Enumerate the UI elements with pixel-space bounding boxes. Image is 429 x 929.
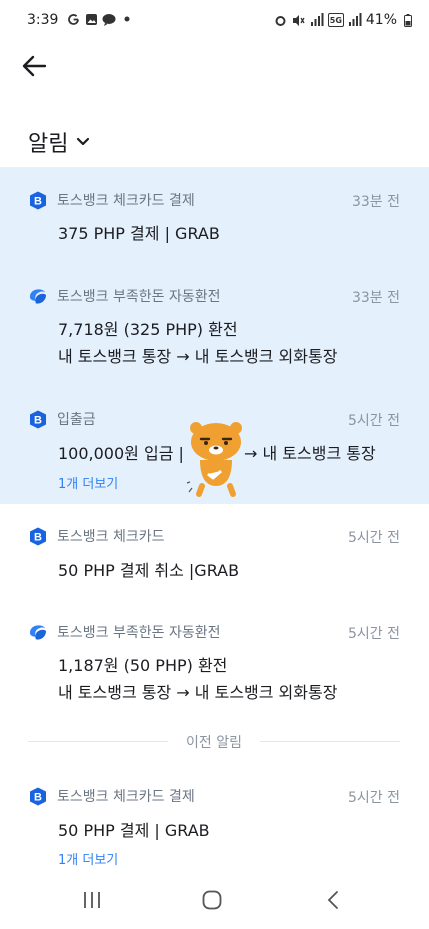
dot-icon [120,12,134,26]
notification-source: 토스뱅크 체크카드 [57,529,165,545]
home-button[interactable] [192,884,232,916]
status-bar: 3:39 5G 41% [0,0,429,40]
notification-source: 토스뱅크 부족한돈 자동환전 [57,625,221,641]
home-icon [202,890,222,910]
bank-b-icon: B [28,787,47,806]
divider-label: 이전 알림 [186,735,242,751]
signal-icon [310,13,324,27]
recent-apps-button[interactable] [72,884,112,916]
network-5g-icon: 5G [327,13,344,27]
notification-source: 토스뱅크 체크카드 결제 [57,193,195,209]
notification-time: 5시간 전 [348,626,400,642]
notification-time: 5시간 전 [348,530,400,546]
bank-b-icon: B [28,191,47,210]
character-sticker[interactable] [186,422,246,500]
arrow-left-icon [22,55,47,77]
notification-item[interactable]: 토스뱅크 부족한돈 자동환전 5시간 전 1,187원 (50 PHP) 환전 … [0,622,429,702]
show-more-link[interactable]: 1개 더보기 [58,849,118,868]
battery-icon [401,13,415,27]
alarm-icon [274,13,288,27]
recent-apps-icon [84,892,100,908]
status-time: 3:39 [27,12,59,28]
gallery-icon [84,12,98,26]
notification-time: 5시간 전 [348,413,400,429]
chevron-left-icon [327,891,338,909]
svg-text:B: B [34,195,42,207]
notification-source: 토스뱅크 부족한돈 자동환전 [57,289,221,305]
notification-item[interactable]: 토스뱅크 부족한돈 자동환전 33분 전 7,718원 (325 PHP) 환전… [0,286,429,366]
svg-text:B: B [34,414,42,426]
exchange-icon [28,287,47,306]
svg-text:B: B [34,791,42,803]
back-nav-button[interactable] [313,884,353,916]
notification-line: → 내 토스뱅크 통장 [244,444,376,463]
show-more-link[interactable]: 1개 더보기 [58,473,118,492]
notification-line: 50 PHP 결제 취소 |GRAB [58,561,240,580]
bank-b-icon: B [28,410,47,429]
notification-line: 1,187원 (50 PHP) 환전 [58,656,228,675]
notification-line: 100,000원 입금 | [58,444,184,463]
notification-item[interactable]: B 토스뱅크 체크카드 5시간 전 50 PHP 결제 취소 |GRAB [0,526,429,586]
chevron-down-icon [77,137,90,146]
notification-time: 5시간 전 [348,790,400,806]
status-right-icons: 5G 41% [274,12,415,28]
battery-percent: 41% [365,12,397,28]
signal-icon-2 [348,13,362,27]
notification-source: 입출금 [57,412,96,428]
page-title: 알림 [28,132,69,157]
notification-line: 내 토스뱅크 통장 → 내 토스뱅크 외화통장 [58,347,338,366]
notification-line: 50 PHP 결제 | GRAB [58,821,210,840]
google-icon [66,12,80,26]
svg-text:B: B [34,531,42,543]
exchange-icon [28,623,47,642]
notification-item[interactable]: B 토스뱅크 체크카드 결제 5시간 전 50 PHP 결제 | GRAB 1개… [0,786,429,868]
notification-item[interactable]: B 토스뱅크 체크카드 결제 33분 전 375 PHP 결제 | GRAB [0,190,429,250]
previous-notifications-divider: 이전 알림 [28,731,400,751]
notification-source: 토스뱅크 체크카드 결제 [57,789,195,805]
notification-line: 375 PHP 결제 | GRAB [58,224,220,243]
back-button[interactable] [18,50,50,82]
mute-icon [292,13,306,27]
system-nav-bar [0,870,429,929]
bank-b-icon: B [28,527,47,546]
notification-time: 33분 전 [351,194,400,210]
title-dropdown[interactable]: 알림 [28,126,90,158]
status-left-icons [66,12,134,26]
notification-time: 33분 전 [351,290,400,306]
talk-icon [102,12,116,26]
notification-line: 7,718원 (325 PHP) 환전 [58,320,238,339]
notification-line: 내 토스뱅크 통장 → 내 토스뱅크 외화통장 [58,683,338,702]
